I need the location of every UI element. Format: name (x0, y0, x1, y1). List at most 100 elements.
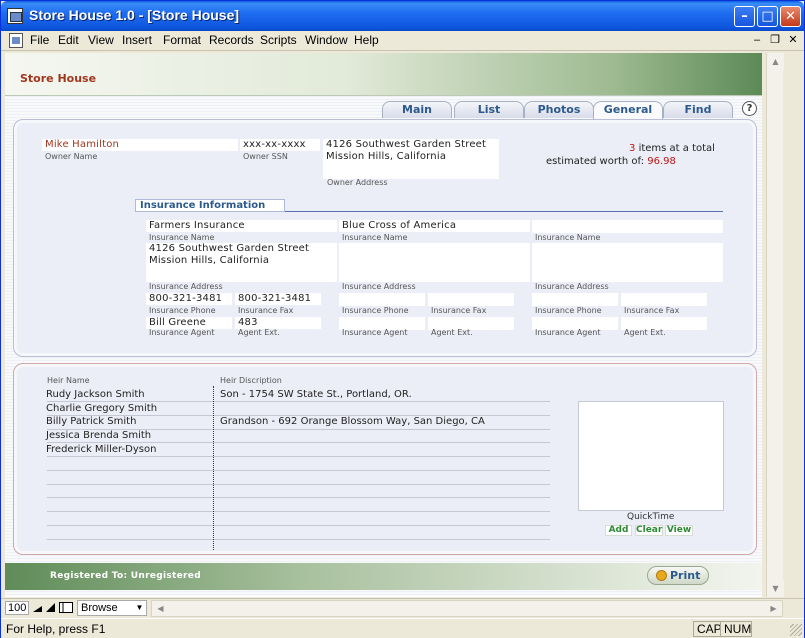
owner-ssn-field[interactable]: xxx-xx-xxxx (240, 139, 320, 151)
heir-row-line (47, 401, 550, 402)
zoom-in-icon[interactable] (45, 602, 56, 613)
scroll-right-arrow-icon[interactable]: ▶ (765, 601, 782, 616)
menu-records[interactable]: Records (209, 33, 254, 47)
photo-add-button[interactable]: Add (605, 525, 632, 536)
insurance-phone-1[interactable]: 800-321-3481 (146, 293, 232, 305)
app-window: Store House 1.0 - [Store House] – □ ✕ Fi… (0, 0, 805, 638)
bottom-toolbar: 100 Browse ▼ ◀ ▶ (1, 598, 804, 618)
insurance-phone-2[interactable] (339, 293, 425, 306)
photo-box[interactable] (578, 401, 724, 511)
mode-select-value: Browse (81, 602, 118, 614)
insurance-address-3[interactable] (532, 243, 723, 282)
menu-edit[interactable]: Edit (58, 33, 79, 47)
menu-bar: File Edit View Insert Format Records Scr… (1, 31, 804, 51)
scroll-left-arrow-icon[interactable]: ◀ (152, 601, 169, 616)
horizontal-scrollbar[interactable]: ◀ ▶ (151, 600, 783, 617)
app-icon (7, 8, 23, 24)
insurance-address-1[interactable]: 4126 Southwest Garden Street Mission Hil… (146, 243, 337, 282)
maximize-button[interactable]: □ (757, 6, 778, 27)
heir-name-5[interactable]: Frederick Miller-Dyson (46, 444, 156, 455)
mdi-restore-button[interactable]: ❐ (767, 33, 783, 48)
tab-list[interactable]: List (454, 101, 524, 118)
insurance-fax-2[interactable] (428, 293, 514, 306)
help-button[interactable]: ? (742, 101, 757, 116)
status-area-toggle-icon[interactable] (59, 602, 73, 613)
mdi-minimize-button[interactable]: – (749, 33, 765, 48)
owner-ssn-label: Owner SSN (243, 152, 288, 161)
insurance-address-label-1: Insurance Address (149, 282, 223, 291)
footer-band: Registered To: Unregistered Print (5, 563, 762, 590)
menu-file[interactable]: File (30, 33, 49, 47)
insurance-name-3[interactable] (532, 220, 723, 233)
heir-name-3[interactable]: Billy Patrick Smith (46, 416, 136, 427)
summary-text2: estimated worth of: (546, 156, 645, 167)
owner-name-label: Owner Name (45, 152, 98, 161)
close-button[interactable]: ✕ (780, 6, 801, 27)
document-icon[interactable] (9, 33, 23, 48)
heir-description-3[interactable]: Grandson - 692 Orange Blossom Way, San D… (220, 416, 485, 427)
minimize-button[interactable]: – (734, 6, 755, 27)
insurance-name-1[interactable]: Farmers Insurance (146, 220, 337, 232)
insurance-name-label-2: Insurance Name (342, 233, 408, 242)
tab-main[interactable]: Main (382, 101, 452, 118)
owner-name-field[interactable]: Mike Hamilton (42, 139, 238, 151)
tab-find[interactable]: Find (663, 101, 733, 118)
mdi-close-button[interactable]: ✕ (785, 33, 801, 48)
scroll-up-arrow-icon[interactable]: ▲ (767, 53, 784, 70)
insurance-address-1-line1: 4126 Southwest Garden Street (149, 243, 310, 254)
insurance-divider (285, 211, 723, 212)
menu-window[interactable]: Window (305, 33, 348, 47)
insurance-phone-3[interactable] (532, 293, 618, 306)
menu-view[interactable]: View (88, 33, 114, 47)
heir-row-line (47, 539, 550, 540)
heir-name-1[interactable]: Rudy Jackson Smith (46, 389, 145, 400)
insurance-address-label-3: Insurance Address (535, 282, 609, 291)
menu-help[interactable]: Help (354, 33, 379, 47)
insurance-address-2[interactable] (339, 243, 530, 282)
insurance-phone-label-2: Insurance Phone (342, 306, 409, 315)
registration-text: Registered To: Unregistered (50, 571, 201, 581)
zoom-level[interactable]: 100 (5, 601, 30, 615)
menu-insert[interactable]: Insert (122, 33, 152, 47)
menu-format[interactable]: Format (163, 33, 201, 47)
mode-select[interactable]: Browse ▼ (77, 600, 147, 616)
heir-description-1[interactable]: Son - 1754 SW State St., Portland, OR. (220, 389, 412, 400)
heir-name-header: Heir Name (47, 376, 90, 385)
print-button[interactable]: Print (647, 566, 709, 585)
insurance-phone-label-1: Insurance Phone (149, 306, 216, 315)
insurance-fax-label-3: Insurance Fax (624, 306, 680, 315)
insurance-fax-label-1: Insurance Fax (238, 306, 294, 315)
summary-line1: 3 items at a total (629, 143, 715, 154)
heir-row-line (47, 442, 550, 443)
title-bar[interactable]: Store House 1.0 - [Store House] – □ ✕ (1, 1, 804, 31)
status-bar: For Help, press F1 CAP NUM (1, 618, 804, 638)
insurance-name-label-3: Insurance Name (535, 233, 601, 242)
item-count: 3 (629, 143, 636, 154)
insurance-fax-1[interactable]: 800-321-3481 (235, 293, 321, 305)
photo-clear-button[interactable]: Clear (635, 525, 663, 536)
heir-name-2[interactable]: Charlie Gregory Smith (46, 403, 157, 414)
insurance-name-2[interactable]: Blue Cross of America (339, 220, 530, 232)
menu-scripts[interactable]: Scripts (260, 33, 297, 47)
photo-view-button[interactable]: View (665, 525, 693, 536)
owner-address-line2: Mission Hills, California (326, 151, 447, 162)
heir-name-4[interactable]: Jessica Brenda Smith (46, 430, 151, 441)
total-worth: 96.98 (647, 156, 676, 167)
heir-row-line (47, 497, 550, 498)
heir-row-line (47, 525, 550, 526)
heir-row-line (47, 484, 550, 485)
insurance-section-header: Insurance Information (135, 199, 285, 212)
insurance-ext-label-1: Agent Ext. (238, 328, 280, 337)
insurance-agent-label-3: Insurance Agent (535, 328, 601, 337)
insurance-fax-3[interactable] (621, 293, 707, 306)
scroll-down-arrow-icon[interactable]: ▼ (767, 580, 784, 597)
vertical-scrollbar[interactable]: ▲ ▼ (766, 53, 784, 597)
owner-address-field[interactable]: 4126 Southwest Garden Street Mission Hil… (323, 139, 499, 179)
tab-photos[interactable]: Photos (524, 101, 594, 118)
num-lock-indicator: NUM (720, 621, 752, 637)
resize-grip-icon[interactable] (790, 624, 802, 636)
heir-description-header: Heir Discription (220, 376, 282, 385)
tab-general[interactable]: General (593, 101, 663, 119)
heir-column-divider (213, 386, 214, 550)
zoom-out-icon[interactable] (32, 602, 43, 613)
